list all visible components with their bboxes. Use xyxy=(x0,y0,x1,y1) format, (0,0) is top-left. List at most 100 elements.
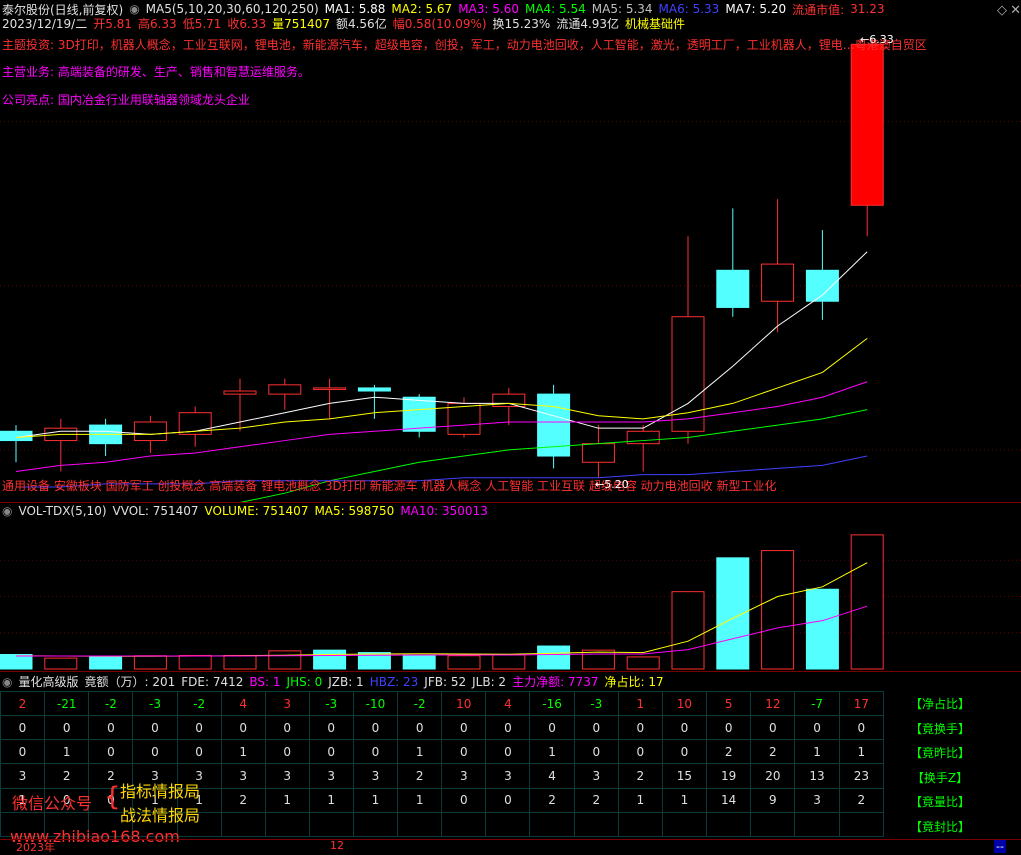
table-row: 00000000000000000000 xyxy=(0,715,885,741)
table-cell: 4 xyxy=(529,763,575,789)
table-cell: -7 xyxy=(794,690,840,717)
timeline-month: 12 xyxy=(330,839,344,852)
table-cell xyxy=(441,811,487,838)
table-cell: 2 xyxy=(573,787,619,813)
table-cell: 1 xyxy=(617,690,663,717)
table-cell: 0 xyxy=(529,715,575,741)
table-cell: 0 xyxy=(441,739,487,765)
table-cell: 0 xyxy=(88,715,134,741)
table-cell: 13 xyxy=(794,763,840,789)
table-cell: 1 xyxy=(529,739,575,765)
table-cell: 0 xyxy=(352,739,399,765)
table-cell xyxy=(352,811,399,838)
market-cap-value: 31.23 xyxy=(850,2,885,16)
table-cell xyxy=(838,811,885,838)
candle-body xyxy=(761,263,795,302)
side-button-4[interactable]: 【竟量比】 xyxy=(905,793,975,810)
scroll-handle[interactable]: -- xyxy=(994,840,1006,853)
table-cell: -10 xyxy=(352,690,399,717)
candle-body xyxy=(313,387,347,390)
volume-bar xyxy=(805,588,839,670)
table-cell: 1 xyxy=(661,787,708,813)
table-cell: -16 xyxy=(529,690,575,717)
quant-item-0: 竟额（万）: 201 xyxy=(84,675,176,689)
volume-bar xyxy=(44,657,78,670)
volume-bar xyxy=(626,656,660,670)
volume-bar xyxy=(761,550,795,670)
candle-body xyxy=(716,269,750,308)
volume-bar xyxy=(492,654,526,670)
table-cell: -3 xyxy=(132,690,178,717)
low-price-mark: ←5.20 xyxy=(595,478,629,491)
table-cell: 0 xyxy=(441,715,487,741)
high-price-mark: ←6.33 xyxy=(860,33,894,46)
candle-body xyxy=(223,390,257,395)
table-cell: 2 xyxy=(529,787,575,813)
ma-value-3: MA3: 5.60 xyxy=(458,2,519,16)
table-cell: 3 xyxy=(264,690,310,717)
volume-indicator-name[interactable]: VOL-TDX(5,10) xyxy=(18,504,106,518)
settings-icon[interactable]: ◉ xyxy=(2,504,12,518)
table-cell: 0 xyxy=(661,739,708,765)
table-cell: 0 xyxy=(706,715,752,741)
table-cell: 0 xyxy=(132,739,178,765)
volume-bar xyxy=(447,655,481,670)
table-cell: 2 xyxy=(706,739,752,765)
quant-item-8: 主力净额: 7737 xyxy=(512,675,599,689)
table-cell: 20 xyxy=(750,763,796,789)
table-cell: -2 xyxy=(397,690,443,717)
table-cell: 0 xyxy=(352,715,399,741)
table-cell: 2 xyxy=(220,787,266,813)
table-cell xyxy=(397,811,443,838)
candle-body xyxy=(805,269,839,302)
table-cell: 2 xyxy=(617,763,663,789)
diamond-icon[interactable]: ◇ xyxy=(997,3,1007,18)
timeline[interactable] xyxy=(0,839,1021,853)
table-cell xyxy=(220,811,266,838)
table-cell: 3 xyxy=(485,763,531,789)
theme-annotation: 主题投资: 3D打印，机器人概念，工业互联网，锂电池，新能源汽车，超级电容，创投… xyxy=(2,38,927,52)
table-cell: 3 xyxy=(308,763,354,789)
table-cell: 0 xyxy=(264,715,310,741)
side-button-2[interactable]: 【竟昨比】 xyxy=(905,744,975,761)
volume-bar xyxy=(223,654,257,670)
watermark-line1: 指标情报局 xyxy=(120,782,201,801)
table-cell: -3 xyxy=(308,690,354,717)
table-cell: 1 xyxy=(838,739,885,765)
quant-item-1: FDE: 7412 xyxy=(181,674,244,689)
candle-body xyxy=(581,443,615,463)
pane-divider xyxy=(0,502,1021,503)
volume-chart[interactable] xyxy=(0,518,1021,671)
table-cell: 1 xyxy=(308,787,354,813)
side-button-0[interactable]: 【净占比】 xyxy=(905,695,975,712)
table-cell xyxy=(264,811,310,838)
side-button-3[interactable]: 【换手Z】 xyxy=(905,769,975,786)
settings-icon[interactable]: ◉ xyxy=(2,675,12,689)
ma-value-6: MA6: 5.33 xyxy=(658,2,720,16)
table-cell: -2 xyxy=(176,690,222,717)
close-icon[interactable]: ✕ xyxy=(1010,3,1021,18)
table-cell: 3 xyxy=(352,763,399,789)
quant-header: ◉ 量化高级版 竟额（万）: 201 FDE: 7412 BS: 1 JHS: 0 JZ… xyxy=(2,673,664,690)
table-cell: 0 xyxy=(485,739,531,765)
low-price-value: 5.20 xyxy=(604,478,629,491)
wechat-label: 微信公众号 xyxy=(12,794,93,813)
quant-indicator-name[interactable]: 量化高级版 xyxy=(18,673,78,690)
table-cell: 1 xyxy=(397,739,443,765)
table-cell: 0 xyxy=(397,715,443,741)
quant-item-9: 净占比: 17 xyxy=(604,675,664,689)
table-cell: 0 xyxy=(0,715,45,741)
quant-item-3: JHS: 0 xyxy=(286,674,323,689)
table-cell: 0 xyxy=(485,715,531,741)
side-button-5[interactable]: 【竟封比】 xyxy=(905,818,975,835)
vol-ma5-value: MA5: 598750 xyxy=(314,504,395,518)
table-cell: 0 xyxy=(617,715,663,741)
settings-icon[interactable]: ◉ xyxy=(129,2,139,16)
table-cell: 3 xyxy=(220,763,266,789)
table-cell: 2 xyxy=(0,690,45,717)
table-cell xyxy=(706,811,752,838)
table-cell: 2 xyxy=(750,739,796,765)
table-cell: 2 xyxy=(43,763,90,789)
side-button-1[interactable]: 【竟换手】 xyxy=(905,720,975,737)
volume-header: ◉ VOL-TDX(5,10) VVOL: 751407 VOLUME: 751… xyxy=(2,504,488,518)
